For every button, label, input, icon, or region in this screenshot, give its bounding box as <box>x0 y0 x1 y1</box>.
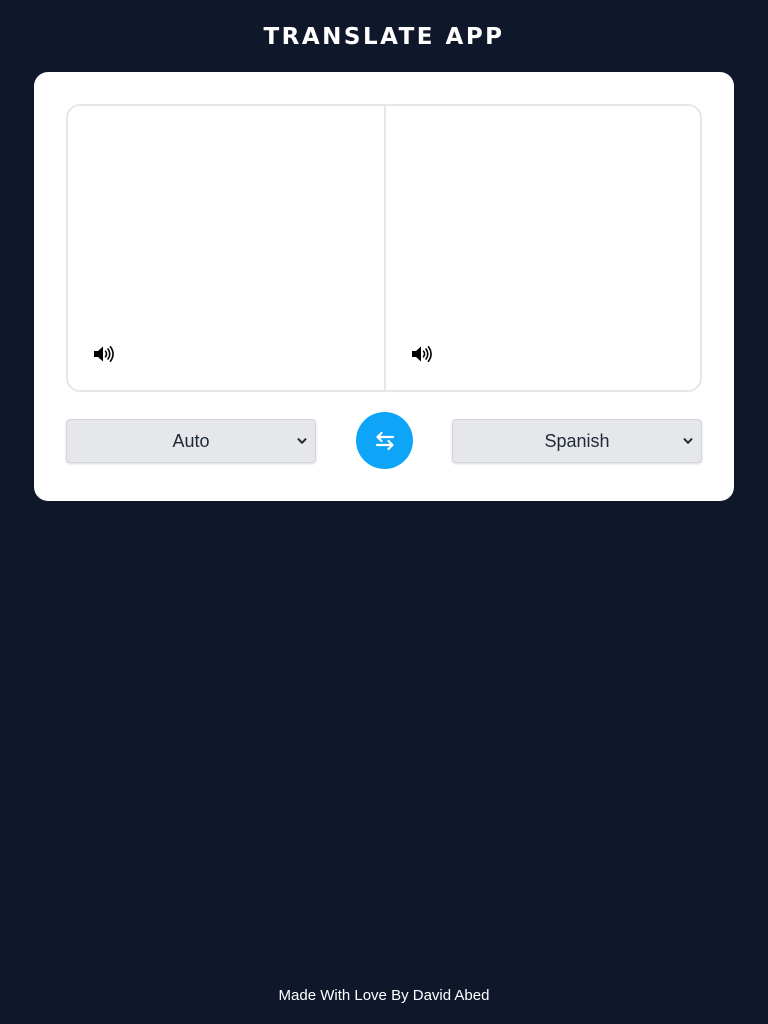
source-panel <box>68 106 384 390</box>
target-language-select[interactable]: Spanish <box>452 419 702 463</box>
page-title: TRANSLATE APP <box>263 24 505 50</box>
source-volume-icon[interactable] <box>93 345 115 363</box>
translator-card: Auto Spanish <box>34 72 734 501</box>
exchange-arrows-icon <box>375 431 394 450</box>
target-text-output[interactable] <box>386 106 700 390</box>
target-volume-icon[interactable] <box>411 345 433 363</box>
source-text-input[interactable] <box>68 106 384 390</box>
source-language-value: Auto <box>172 431 210 451</box>
source-language-select[interactable]: Auto <box>66 419 316 463</box>
chevron-down-icon <box>683 438 693 444</box>
text-panels <box>66 104 702 392</box>
target-panel <box>384 106 700 390</box>
swap-languages-button[interactable] <box>356 412 413 469</box>
footer-credit: Made With Love By David Abed <box>278 987 490 1004</box>
language-controls: Auto Spanish <box>66 412 702 470</box>
chevron-down-icon <box>297 438 307 444</box>
target-language-value: Spanish <box>544 431 610 451</box>
